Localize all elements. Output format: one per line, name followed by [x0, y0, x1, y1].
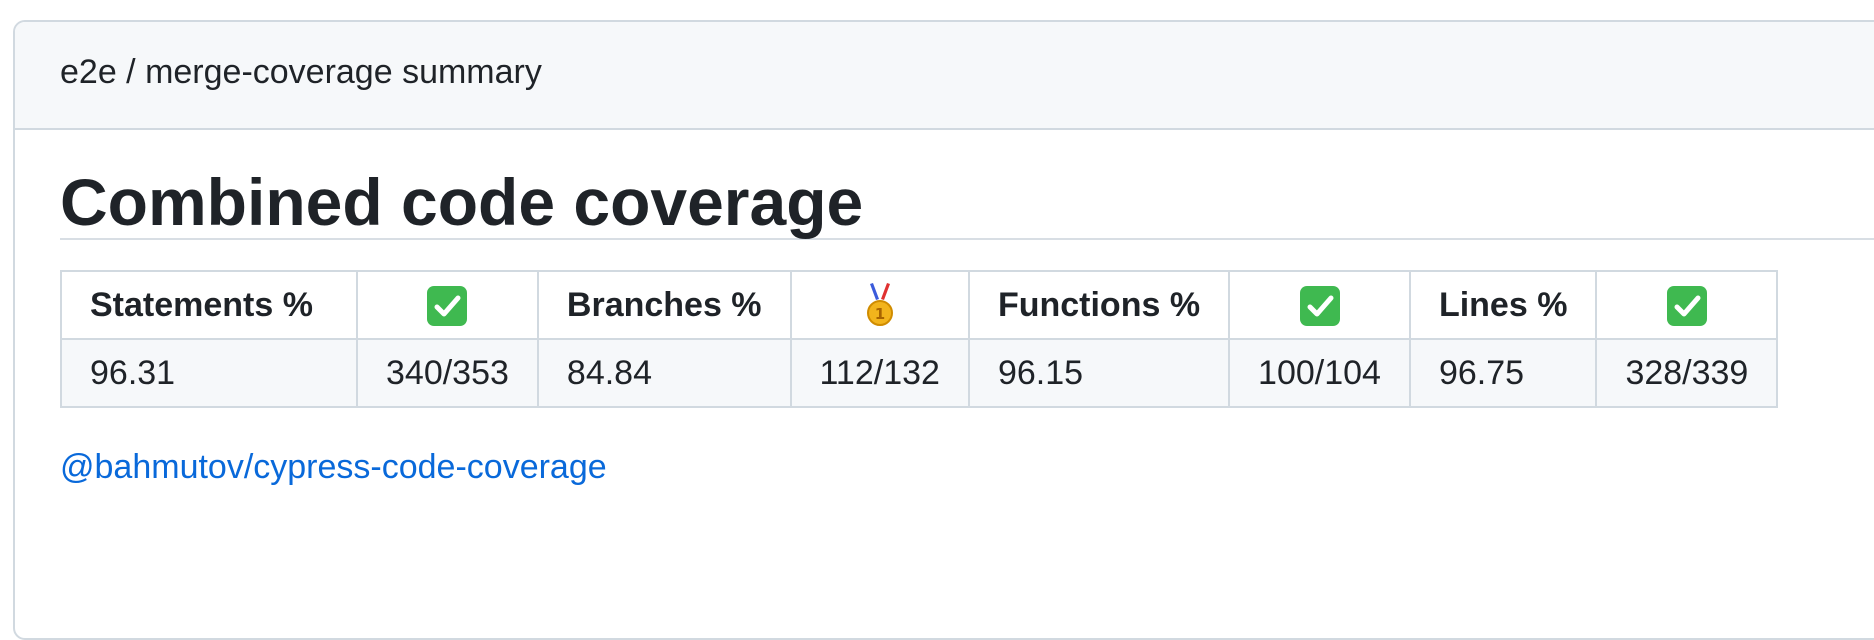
- check-mark-icon: [427, 285, 468, 326]
- lines-count: 328/339: [1595, 338, 1779, 408]
- report-heading: Combined code coverage: [60, 130, 1874, 240]
- branches-count: 112/132: [789, 338, 970, 408]
- lines-pct: 96.75: [1408, 338, 1598, 408]
- branches-header: Branches %: [536, 270, 792, 340]
- branches-pct: 84.84: [536, 338, 792, 408]
- job-summary-card: e2e / merge-coverage summary Combined co…: [13, 20, 1874, 640]
- statements-pct: 96.31: [60, 338, 358, 408]
- statements-header: Statements %: [60, 270, 358, 340]
- lines-status: [1595, 270, 1779, 340]
- functions-status: [1228, 270, 1411, 340]
- functions-header: Functions %: [967, 270, 1231, 340]
- credit-link[interactable]: @bahmutov/cypress-code-coverage: [60, 448, 607, 487]
- check-mark-icon: [1666, 285, 1707, 326]
- check-mark-icon: [1299, 285, 1340, 326]
- coverage-values-row: 96.31 340/353 84.84 112/132 96.15 100/10…: [60, 338, 1779, 408]
- statements-count: 340/353: [356, 338, 539, 408]
- summary-title: e2e / merge-coverage summary: [60, 52, 542, 91]
- functions-count: 100/104: [1228, 338, 1411, 408]
- lines-header: Lines %: [1408, 270, 1598, 340]
- statements-status: [356, 270, 539, 340]
- functions-pct: 96.15: [967, 338, 1231, 408]
- coverage-header-row: Statements % Branches % 1 Functions % Li…: [60, 270, 1779, 340]
- coverage-table: Statements % Branches % 1 Functions % Li…: [60, 270, 1779, 408]
- branches-status: 1: [789, 270, 970, 340]
- summary-body: Combined code coverage Statements % Bran…: [15, 130, 1874, 487]
- svg-text:1: 1: [875, 305, 885, 323]
- first-place-medal-icon: 1: [866, 283, 893, 326]
- summary-header: e2e / merge-coverage summary: [15, 22, 1874, 130]
